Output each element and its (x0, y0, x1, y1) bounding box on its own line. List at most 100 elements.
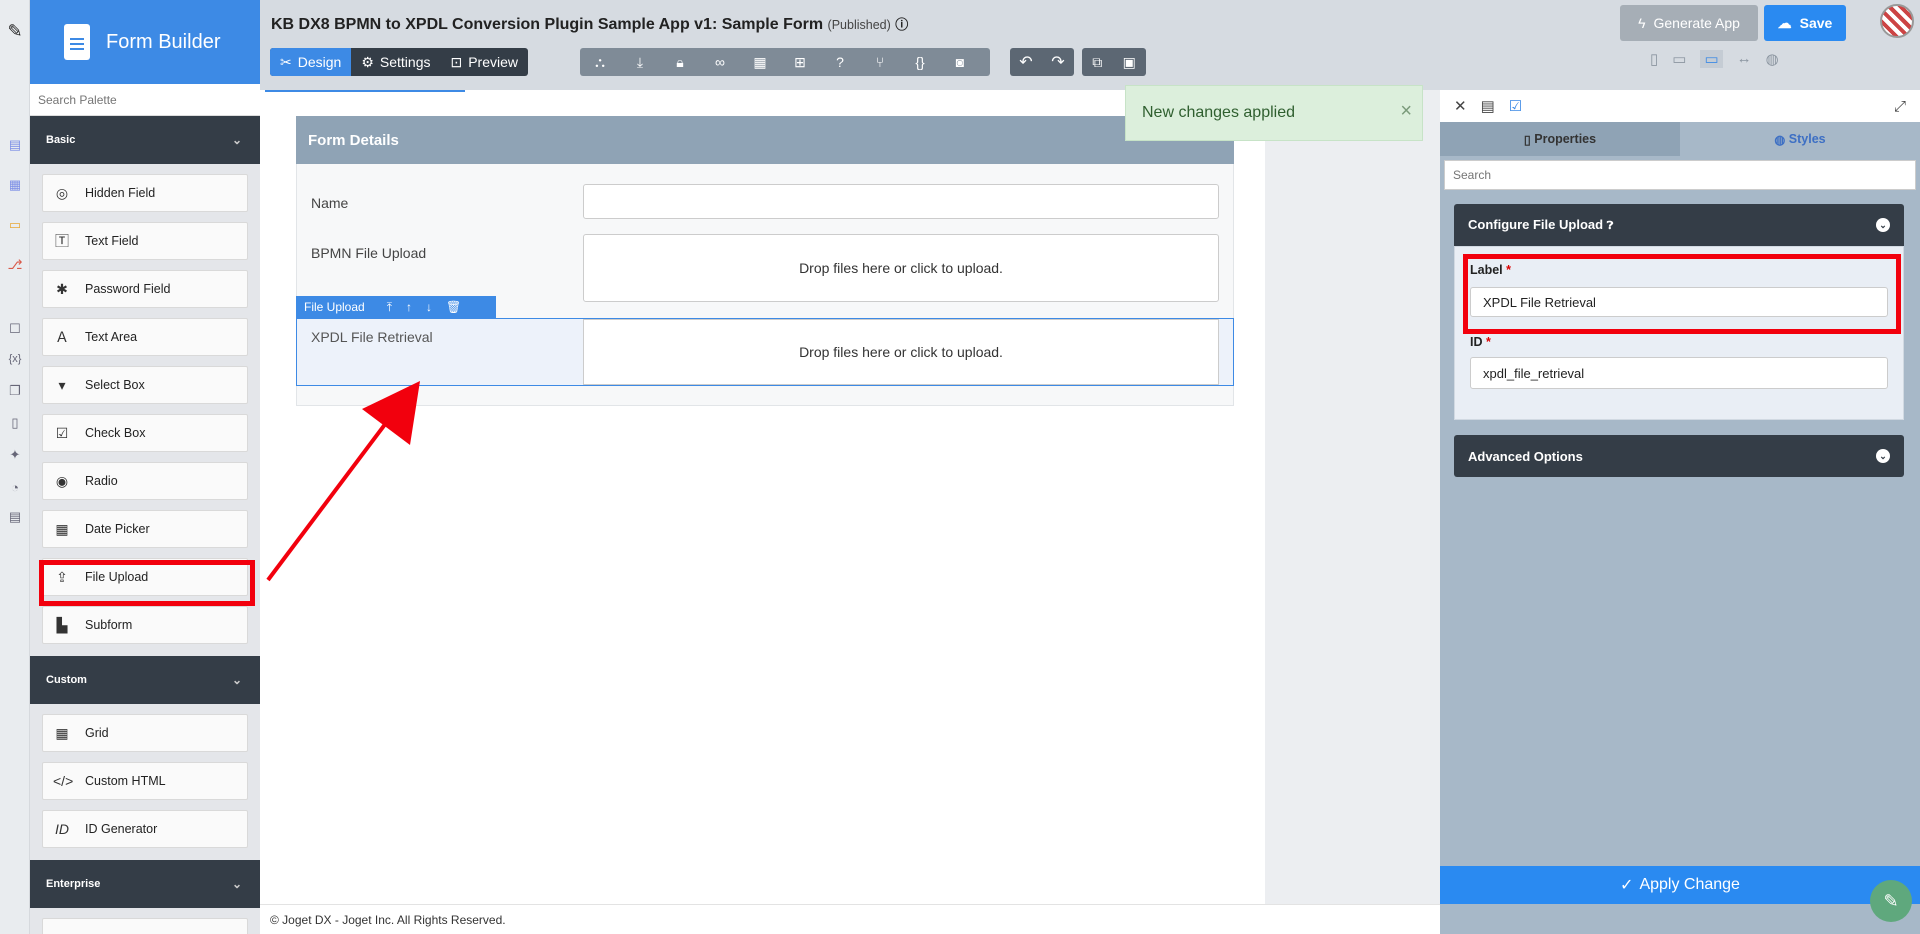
properties-icon[interactable]: ☐ (6, 320, 24, 338)
element-type-label: File Upload (304, 300, 365, 314)
configure-section-header[interactable]: Configure File Upload ❓︎ ⌄ (1454, 204, 1904, 246)
select-box-icon: ▾ (58, 376, 66, 393)
tab-design[interactable]: ✂ Design (270, 48, 352, 76)
palette-item-label: Password Field (85, 282, 171, 296)
id-input[interactable]: xpdl_file_retrieval (1470, 357, 1888, 389)
gear-icon: ⚙ (361, 53, 374, 70)
palette-item-custom-html[interactable]: </> Custom HTML (42, 762, 248, 800)
palette-search-input[interactable] (30, 84, 260, 116)
arrow-up-icon[interactable]: ↑ (406, 300, 412, 314)
element-tools: ⛬ ⤓ 🔒︎ ∞ ▦ ⊞ ? ⑂ {} ◙ (580, 48, 990, 76)
close-icon[interactable]: × (1400, 100, 1412, 123)
apply-change-button[interactable]: ✓ Apply Change (1440, 866, 1920, 904)
table-icon[interactable]: ▦ (740, 54, 780, 71)
xpdl-dropzone[interactable]: Drop files here or click to upload. (583, 319, 1219, 385)
palette-item-hidden-field[interactable]: ◎ Hidden Field (42, 174, 248, 212)
paste-icon[interactable]: ▣ (1123, 54, 1136, 71)
camera-icon[interactable]: ◙ (940, 54, 980, 70)
bpmn-dropzone[interactable]: Drop files here or click to upload. (583, 234, 1219, 302)
id-field-label: ID * (1470, 335, 1491, 349)
pencil-icon[interactable]: ✎ (1870, 880, 1912, 922)
palette-item-text-area[interactable]: Ａ Text Area (42, 318, 248, 356)
tab-styles[interactable]: ◍ Styles (1680, 122, 1920, 156)
help-icon[interactable]: ❓︎ (1607, 220, 1614, 232)
laptop-icon[interactable]: ▭ (1700, 50, 1723, 68)
avatar[interactable] (1880, 4, 1914, 38)
tab-properties[interactable]: ▯ Properties (1440, 122, 1680, 156)
mobile-icon[interactable]: ▯ (1650, 50, 1658, 68)
form-icon[interactable]: ▤ (6, 136, 24, 154)
id-icon: ID (55, 821, 69, 837)
redo-icon[interactable]: ↷ (1051, 52, 1064, 72)
properties-search-input[interactable] (1444, 160, 1916, 190)
annotation-arrow-line (266, 413, 394, 582)
trash-icon[interactable]: 🗑︎ (446, 300, 461, 314)
resources-icon[interactable]: ❐ (6, 382, 24, 400)
palette-item-password-field[interactable]: ✱ Password Field (42, 270, 248, 308)
checkbox-icon[interactable]: ☑ (1509, 97, 1522, 115)
palette-item-radio[interactable]: ◉ Radio (42, 462, 248, 500)
undo-icon[interactable]: ↶ (1019, 52, 1032, 72)
fullwidth-icon[interactable]: ↔ (1737, 50, 1752, 68)
binoculars-icon[interactable]: ∞ (700, 54, 740, 70)
code-icon: </> (53, 773, 74, 789)
expand-icon[interactable]: ⤢ (1894, 98, 1906, 115)
category-custom[interactable]: Custom ⌄ (30, 656, 260, 704)
tab-properties-label: Properties (1534, 132, 1597, 146)
save-button[interactable]: ☁ Save (1764, 5, 1846, 41)
edit-icon[interactable]: ✎ (6, 21, 24, 41)
palette-item-partial[interactable] (42, 918, 248, 934)
plugin-icon[interactable]: ✦ (6, 446, 24, 464)
arrow-down-icon[interactable]: ↓ (426, 300, 432, 314)
download-icon[interactable]: ⤓ (620, 54, 660, 71)
copy-icon[interactable]: ⧉ (1092, 54, 1102, 71)
braces-icon[interactable]: {} (900, 54, 940, 70)
tab-settings[interactable]: ⚙ Settings (351, 48, 440, 76)
category-enterprise[interactable]: Enterprise ⌄ (30, 860, 260, 908)
help-icon[interactable]: ? (820, 54, 860, 70)
variables-icon[interactable]: {x} (6, 350, 24, 368)
panel-icon[interactable]: ▤ (1481, 97, 1495, 115)
tree-icon[interactable]: ⛬ (580, 54, 620, 71)
palette-icon[interactable]: ◍ (1766, 50, 1779, 68)
palette-item-id-generator[interactable]: ID ID Generator (42, 810, 248, 848)
annotation-arrow-head (362, 381, 420, 445)
info-icon[interactable]: ⓘ (895, 17, 908, 32)
name-input[interactable] (583, 184, 1219, 219)
category-basic[interactable]: Basic ⌄ (30, 116, 260, 164)
document-icon[interactable]: ▯ (6, 414, 24, 432)
move-top-icon[interactable]: ⤒ (387, 300, 392, 315)
palette-item-grid[interactable]: ▦ Grid (42, 714, 248, 752)
lock-icon[interactable]: 🔒︎ (660, 54, 700, 71)
tab-preview[interactable]: ⊡ Preview (440, 48, 528, 76)
list-icon[interactable]: ▦ (6, 176, 24, 194)
section-title[interactable]: Form Details (296, 116, 1234, 164)
advanced-options-header[interactable]: Advanced Options ⌄ (1454, 435, 1904, 477)
palette-item-label: Date Picker (85, 522, 150, 536)
generate-app-button[interactable]: ϟ Generate App (1620, 5, 1758, 41)
close-icon[interactable]: ✕ (1454, 97, 1467, 115)
palette-item-label: Text Field (85, 234, 139, 248)
palette-item-text-field[interactable]: 🅃 Text Field (42, 222, 248, 260)
generate-app-label: Generate App (1653, 15, 1740, 31)
palette-item-subform[interactable]: ▙ Subform (42, 606, 248, 644)
palette-item-check-box[interactable]: ☑ Check Box (42, 414, 248, 452)
category-custom-label: Custom (46, 674, 87, 686)
annotation-highlight-file-upload (39, 560, 255, 606)
id-field-text: ID (1470, 335, 1483, 349)
translate-icon[interactable]: ⊞ (780, 54, 820, 71)
palette-item-select-box[interactable]: ▾ Select Box (42, 366, 248, 404)
text-field-icon: 🅃 (55, 233, 69, 249)
performance-icon[interactable]: ◔ (6, 478, 24, 496)
left-icon-rail: ✎ ▤ ▦ ▭ ⎇ ☐ {x} ❐ ▯ ✦ ◔ ▤ (0, 0, 30, 934)
logs-icon[interactable]: ▤ (6, 508, 24, 526)
design-icon: ✂ (280, 53, 292, 70)
process-icon[interactable]: ⎇ (6, 256, 24, 274)
branch-icon[interactable]: ⑂ (860, 54, 900, 70)
app-title-text: KB DX8 BPMN to XPDL Conversion Plugin Sa… (271, 16, 824, 33)
palette-item-date-picker[interactable]: ▦ Date Picker (42, 510, 248, 548)
chevron-down-icon: ⌄ (1876, 218, 1890, 232)
palette-icon: ◍ (1774, 132, 1789, 147)
ui-icon[interactable]: ▭ (6, 216, 24, 234)
tablet-icon[interactable]: ▭ (1672, 50, 1686, 68)
